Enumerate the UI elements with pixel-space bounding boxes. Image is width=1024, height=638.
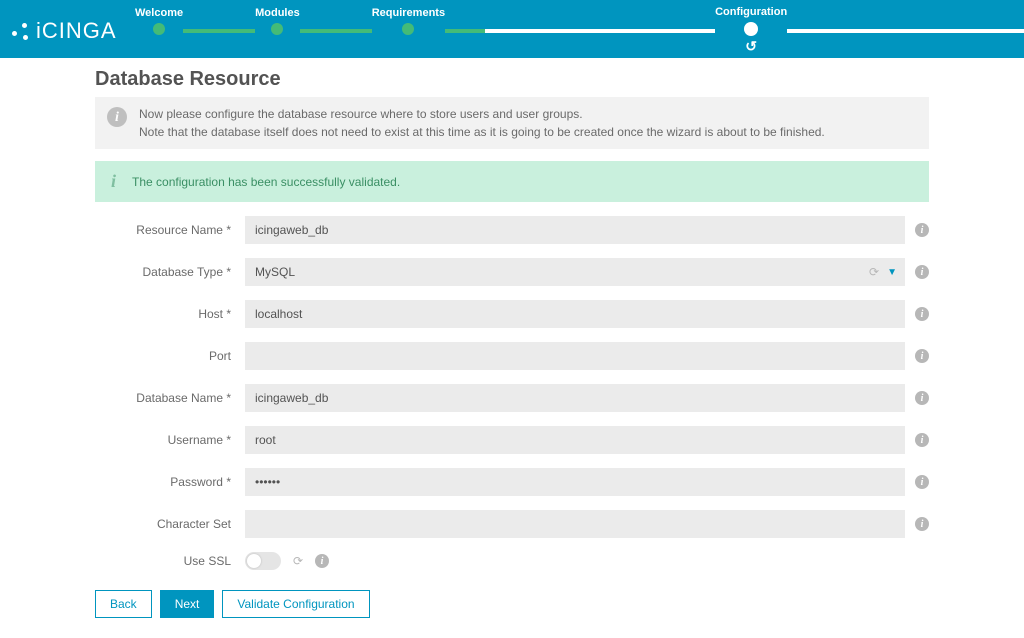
hint-icon[interactable]: i xyxy=(915,349,929,363)
label-username: Username * xyxy=(95,433,245,447)
username-input[interactable] xyxy=(245,426,905,454)
row-host: Host * i xyxy=(95,300,929,328)
hint-icon[interactable]: i xyxy=(915,433,929,447)
row-port: Port i xyxy=(95,342,929,370)
note-text: Now please configure the database resour… xyxy=(139,105,825,141)
row-use-ssl: Use SSL ⟳ i xyxy=(95,552,929,570)
step-bar xyxy=(183,29,255,33)
note-line1: Now please configure the database resour… xyxy=(139,105,825,123)
loop-icon: ↺ xyxy=(745,38,757,55)
step-modules[interactable]: Modules xyxy=(255,7,300,35)
step-node-icon xyxy=(402,23,414,35)
logo-icon xyxy=(12,22,30,40)
step-node-icon xyxy=(744,22,758,36)
note-box: i Now please configure the database reso… xyxy=(95,97,929,149)
refresh-icon[interactable]: ⟳ xyxy=(869,265,879,279)
hint-icon[interactable]: i xyxy=(915,391,929,405)
success-text: The configuration has been successfully … xyxy=(132,175,400,189)
step-requirements[interactable]: Requirements xyxy=(372,7,445,35)
password-input[interactable] xyxy=(245,468,905,496)
hint-icon[interactable]: i xyxy=(915,307,929,321)
db-type-select[interactable]: ⟳ ▼ xyxy=(245,258,905,286)
note-line2: Note that the database itself does not n… xyxy=(139,123,825,141)
label-port: Port xyxy=(95,349,245,363)
info-icon: i xyxy=(107,107,127,127)
step-bar xyxy=(787,29,1024,33)
hint-icon[interactable]: i xyxy=(915,223,929,237)
step-welcome[interactable]: Welcome xyxy=(135,7,183,35)
step-label: Configuration xyxy=(715,6,787,18)
step-node-icon xyxy=(271,23,283,35)
content: Database Resource i Now please configure… xyxy=(0,58,1024,638)
validate-button[interactable]: Validate Configuration xyxy=(222,590,369,618)
db-type-field[interactable] xyxy=(245,258,905,286)
use-ssl-toggle[interactable] xyxy=(245,552,281,570)
refresh-icon[interactable]: ⟳ xyxy=(293,554,303,568)
label-host: Host * xyxy=(95,307,245,321)
label-charset: Character Set xyxy=(95,517,245,531)
row-username: Username * i xyxy=(95,426,929,454)
step-bar xyxy=(300,29,372,33)
label-use-ssl: Use SSL xyxy=(95,554,245,568)
row-db-name: Database Name * i xyxy=(95,384,929,412)
step-label: Requirements xyxy=(372,7,445,19)
hint-icon[interactable]: i xyxy=(915,475,929,489)
host-input[interactable] xyxy=(245,300,905,328)
port-input[interactable] xyxy=(245,342,905,370)
topbar: iCINGA Welcome Modules Requirements Conf… xyxy=(0,0,1024,58)
label-resource-name: Resource Name * xyxy=(95,223,245,237)
next-button[interactable]: Next xyxy=(160,590,215,618)
hint-icon[interactable]: i xyxy=(915,265,929,279)
step-node-icon xyxy=(153,23,165,35)
db-name-input[interactable] xyxy=(245,384,905,412)
chevron-down-icon[interactable]: ▼ xyxy=(887,267,897,278)
button-bar: Back Next Validate Configuration xyxy=(95,590,929,618)
success-icon: i xyxy=(111,171,116,192)
page-title: Database Resource xyxy=(95,68,929,91)
row-charset: Character Set i xyxy=(95,510,929,538)
logo: iCINGA xyxy=(12,18,117,44)
hint-icon[interactable]: i xyxy=(915,517,929,531)
row-password: Password * i xyxy=(95,468,929,496)
step-configuration[interactable]: Configuration ↺ xyxy=(715,6,787,36)
back-button[interactable]: Back xyxy=(95,590,152,618)
step-bar xyxy=(485,29,715,33)
resource-name-input[interactable] xyxy=(245,216,905,244)
success-box: i The configuration has been successfull… xyxy=(95,161,929,202)
label-db-type: Database Type * xyxy=(95,265,245,279)
step-label: Welcome xyxy=(135,7,183,19)
logo-text: iCINGA xyxy=(36,18,117,44)
charset-input[interactable] xyxy=(245,510,905,538)
row-resource-name: Resource Name * i xyxy=(95,216,929,244)
step-label: Modules xyxy=(255,7,300,19)
step-bar xyxy=(445,29,485,33)
label-password: Password * xyxy=(95,475,245,489)
label-db-name: Database Name * xyxy=(95,391,245,405)
row-db-type: Database Type * ⟳ ▼ i xyxy=(95,258,929,286)
wizard-steps: Welcome Modules Requirements Configurati… xyxy=(135,6,1014,36)
hint-icon[interactable]: i xyxy=(315,554,329,568)
